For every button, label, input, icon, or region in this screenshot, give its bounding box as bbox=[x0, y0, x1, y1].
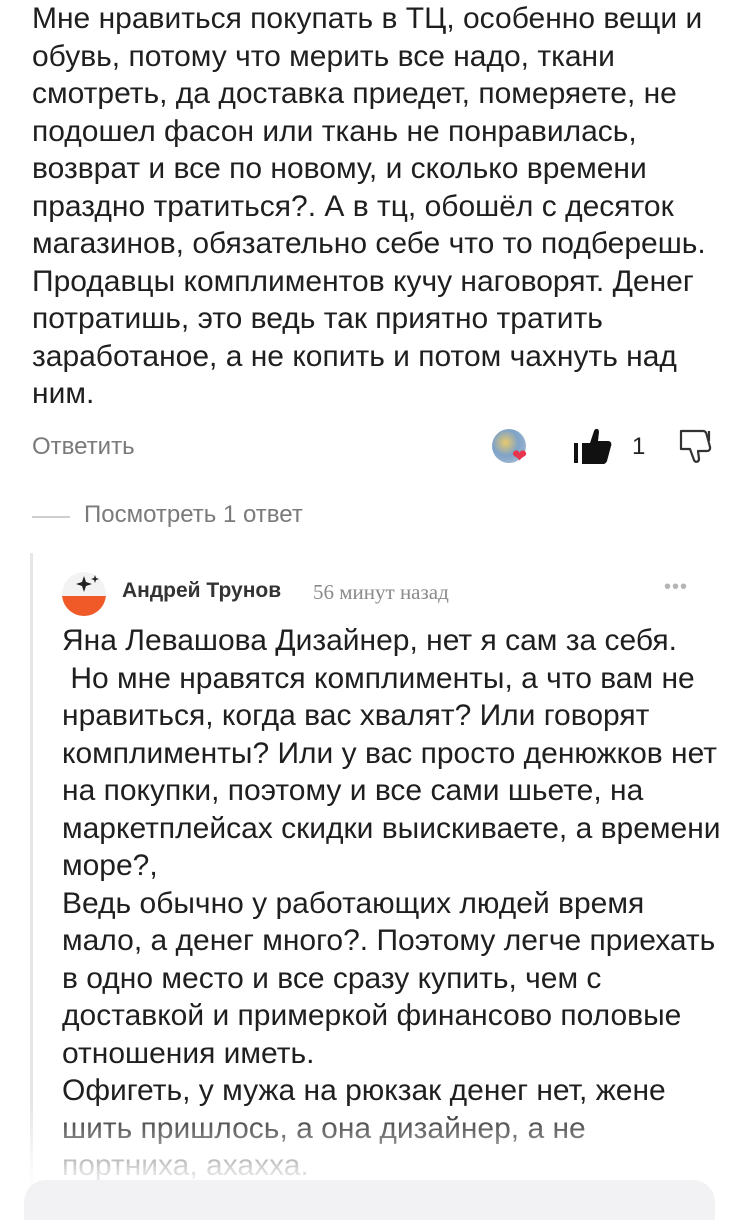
heart-icon: ❤ bbox=[512, 446, 528, 466]
divider bbox=[32, 516, 70, 518]
comment-actions: Ответить ❤ 1 bbox=[32, 425, 722, 473]
bottom-panel bbox=[24, 1180, 715, 1220]
comment-text: Мне нравиться покупать в ТЦ, особенно ве… bbox=[32, 2, 715, 410]
like-count: 1 bbox=[632, 433, 646, 460]
reply-button[interactable]: Ответить bbox=[32, 433, 135, 461]
reply-author[interactable]: Андрей Трунов bbox=[122, 579, 281, 603]
reply-time: 56 минут назад bbox=[313, 580, 449, 604]
more-icon[interactable]: ••• bbox=[664, 576, 688, 599]
thumbs-down-icon[interactable] bbox=[675, 427, 713, 465]
thread-line bbox=[30, 553, 33, 1203]
thumbs-up-icon[interactable] bbox=[572, 425, 614, 467]
avatar[interactable] bbox=[62, 572, 106, 616]
reply-text: Яна Левашова Дизайнер, нет я сам за себя… bbox=[62, 624, 721, 1182]
view-replies-button[interactable]: Посмотреть 1 ответ bbox=[84, 501, 303, 529]
view-replies: Посмотреть 1 ответ bbox=[32, 497, 632, 537]
